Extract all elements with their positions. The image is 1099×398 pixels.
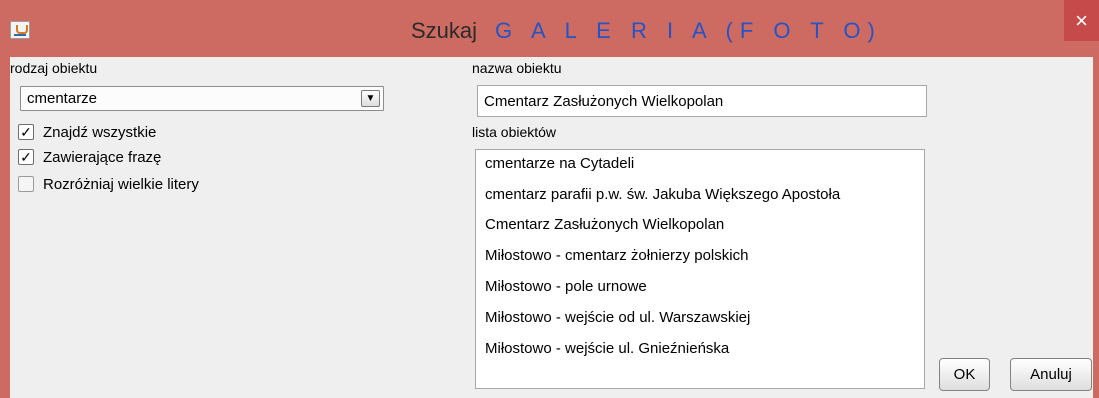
list-item[interactable]: cmentarz parafii p.w. św. Jakuba Większe… [485, 184, 840, 206]
title-main: G A L E R I A (F O T O) [495, 18, 882, 43]
title-prefix: Szukaj [411, 18, 478, 43]
find-all-label: Znajdź wszystkie [43, 123, 157, 141]
object-type-selected-value: cmentarze [27, 90, 98, 107]
cancel-button[interactable]: Anuluj [1010, 358, 1092, 391]
title-bar: Szukaj G A L E R I A (F O T O) × [0, 0, 1099, 57]
right-window-border [1093, 57, 1099, 398]
dialog-content: rodzaj obiektu cmentarze ▼ ✓ Znajdź wszy… [10, 57, 1093, 398]
search-dialog-window: Szukaj G A L E R I A (F O T O) × rodzaj … [0, 0, 1099, 398]
find-all-checkbox-row[interactable]: ✓ Znajdź wszystkie [18, 122, 156, 142]
ok-button[interactable]: OK [939, 358, 990, 391]
checkmark-icon[interactable]: ✓ [18, 149, 34, 165]
object-type-dropdown[interactable]: cmentarze ▼ [20, 86, 384, 111]
list-item[interactable]: Miłostowo - wejście ul. Gnieźnieńska [485, 338, 729, 360]
list-item[interactable]: Miłostowo - pole urnowe [485, 276, 647, 298]
object-list[interactable]: cmentarze na Cytadeli cmentarz parafii p… [475, 149, 925, 389]
object-list-label: lista obiektów [472, 124, 557, 140]
left-window-border [0, 57, 10, 398]
list-item[interactable]: Miłostowo - wejście od ul. Warszawskiej [485, 307, 750, 329]
close-button[interactable]: × [1064, 0, 1099, 41]
list-item[interactable]: Miłostowo - cmentarz żołnierzy polskich [485, 245, 748, 267]
contains-phrase-label: Zawierające frazę [43, 148, 162, 166]
contains-phrase-checkbox-row[interactable]: ✓ Zawierające frazę [18, 147, 161, 167]
object-name-label: nazwa obiektu [472, 60, 562, 76]
object-type-label: rodzaj obiektu [10, 60, 98, 76]
case-sensitive-label: Rozróżniaj wielkie litery [43, 175, 199, 193]
list-item[interactable]: Cmentarz Zasłużonych Wielkopolan [485, 214, 724, 236]
chevron-down-icon[interactable]: ▼ [361, 90, 380, 107]
object-name-input[interactable] [478, 86, 926, 116]
object-name-field[interactable] [477, 85, 927, 117]
java-app-icon [10, 21, 30, 39]
window-title: Szukaj G A L E R I A (F O T O) [411, 17, 875, 45]
case-sensitive-checkbox[interactable] [18, 176, 34, 192]
close-icon: × [1075, 7, 1088, 33]
list-item[interactable]: cmentarze na Cytadeli [485, 153, 634, 175]
case-sensitive-checkbox-row[interactable]: Rozróżniaj wielkie litery [18, 174, 199, 194]
checkmark-icon[interactable]: ✓ [18, 124, 34, 140]
